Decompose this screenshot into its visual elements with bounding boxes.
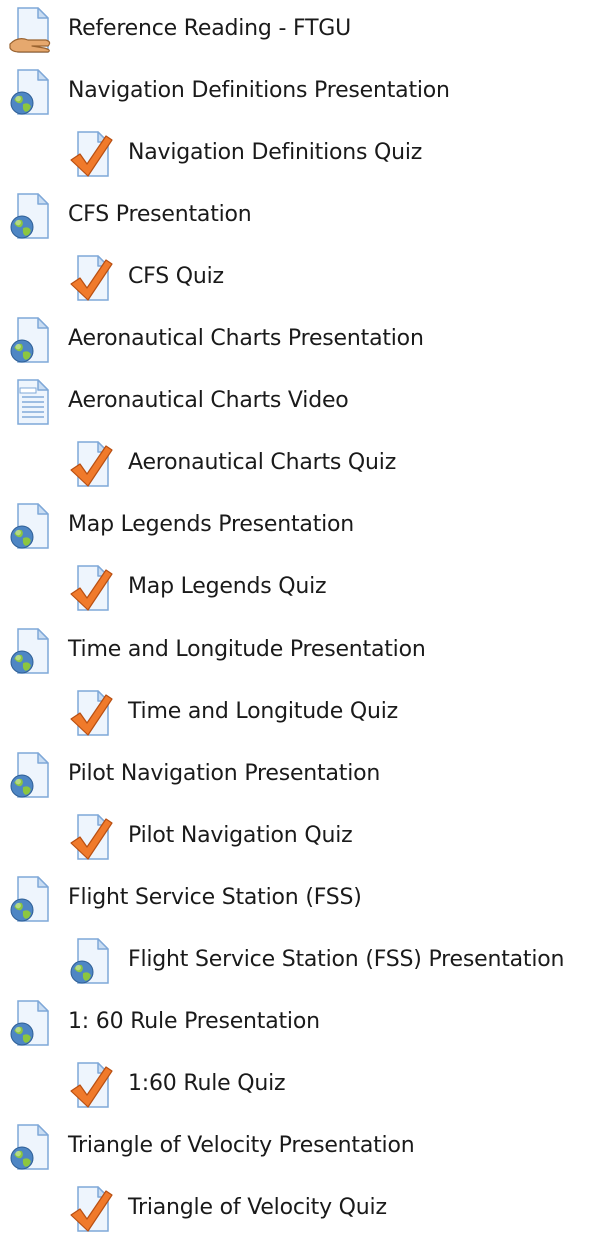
activity-link[interactable]: Aeronautical Charts Presentation <box>68 324 424 354</box>
activity-link[interactable]: Time and Longitude Presentation <box>68 635 426 665</box>
quiz-checkmark-icon <box>68 440 116 488</box>
activity-item-url[interactable]: CFS Presentation <box>0 186 603 248</box>
activity-link[interactable]: Aeronautical Charts Quiz <box>128 448 396 478</box>
activity-item-resource[interactable]: Reference Reading - FTGU <box>0 0 603 62</box>
globe-page-icon <box>8 751 56 799</box>
quiz-checkmark-icon <box>68 1061 116 1109</box>
activity-item-url[interactable]: Aeronautical Charts Presentation <box>0 310 603 372</box>
activity-link[interactable]: CFS Quiz <box>128 262 224 292</box>
activity-item-url[interactable]: Map Legends Presentation <box>0 496 603 558</box>
activity-link[interactable]: CFS Presentation <box>68 200 252 230</box>
activity-link[interactable]: 1:60 Rule Quiz <box>128 1069 286 1099</box>
globe-page-icon <box>8 627 56 675</box>
activity-link[interactable]: 1: 60 Rule Presentation <box>68 1007 320 1037</box>
activity-item-url[interactable]: Flight Service Station (FSS) <box>0 869 603 931</box>
activity-list: Reference Reading - FTGU Navigation Defin… <box>0 0 603 1239</box>
activity-link[interactable]: Pilot Navigation Quiz <box>128 821 353 851</box>
activity-item-url[interactable]: Flight Service Station (FSS) Presentatio… <box>0 931 603 993</box>
globe-page-icon <box>8 68 56 116</box>
hand-page-icon <box>8 6 56 54</box>
activity-link[interactable]: Map Legends Quiz <box>128 572 327 602</box>
activity-link[interactable]: Flight Service Station (FSS) Presentatio… <box>128 945 564 975</box>
activity-item-quiz[interactable]: 1:60 Rule Quiz <box>0 1055 603 1117</box>
activity-item-quiz[interactable]: Triangle of Velocity Quiz <box>0 1179 603 1241</box>
globe-page-icon <box>8 502 56 550</box>
activity-item-url[interactable]: Pilot Navigation Presentation <box>0 745 603 807</box>
activity-link[interactable]: Aeronautical Charts Video <box>68 386 349 416</box>
quiz-checkmark-icon <box>68 564 116 612</box>
activity-item-quiz[interactable]: Time and Longitude Quiz <box>0 683 603 745</box>
activity-link[interactable]: Triangle of Velocity Quiz <box>128 1193 387 1223</box>
activity-item-quiz[interactable]: Map Legends Quiz <box>0 558 603 620</box>
activity-link[interactable]: Flight Service Station (FSS) <box>68 883 362 913</box>
globe-page-icon <box>8 1123 56 1171</box>
activity-item-quiz[interactable]: Navigation Definitions Quiz <box>0 124 603 186</box>
quiz-checkmark-icon <box>68 254 116 302</box>
activity-item-quiz[interactable]: Pilot Navigation Quiz <box>0 807 603 869</box>
globe-page-icon <box>8 875 56 923</box>
activity-item-quiz[interactable]: CFS Quiz <box>0 248 603 310</box>
globe-page-icon <box>8 316 56 364</box>
activity-link[interactable]: Time and Longitude Quiz <box>128 697 398 727</box>
globe-page-icon <box>8 999 56 1047</box>
activity-link[interactable]: Map Legends Presentation <box>68 510 354 540</box>
document-page-icon <box>8 378 56 426</box>
activity-item-quiz[interactable]: Aeronautical Charts Quiz <box>0 434 603 496</box>
activity-item-page[interactable]: Aeronautical Charts Video <box>0 372 603 434</box>
globe-icon <box>68 937 116 985</box>
quiz-checkmark-icon <box>68 1185 116 1233</box>
quiz-checkmark-icon <box>68 813 116 861</box>
globe-page-icon <box>8 192 56 240</box>
activity-item-url[interactable]: 1: 60 Rule Presentation <box>0 993 603 1055</box>
activity-link[interactable]: Reference Reading - FTGU <box>68 14 351 44</box>
quiz-checkmark-icon <box>68 130 116 178</box>
activity-item-url[interactable]: Navigation Definitions Presentation <box>0 62 603 124</box>
activity-link[interactable]: Navigation Definitions Quiz <box>128 138 422 168</box>
activity-item-url[interactable]: Triangle of Velocity Presentation <box>0 1117 603 1179</box>
activity-item-url[interactable]: Time and Longitude Presentation <box>0 621 603 683</box>
activity-link[interactable]: Navigation Definitions Presentation <box>68 76 450 106</box>
activity-link[interactable]: Pilot Navigation Presentation <box>68 759 380 789</box>
activity-link[interactable]: Triangle of Velocity Presentation <box>68 1131 415 1161</box>
quiz-checkmark-icon <box>68 689 116 737</box>
